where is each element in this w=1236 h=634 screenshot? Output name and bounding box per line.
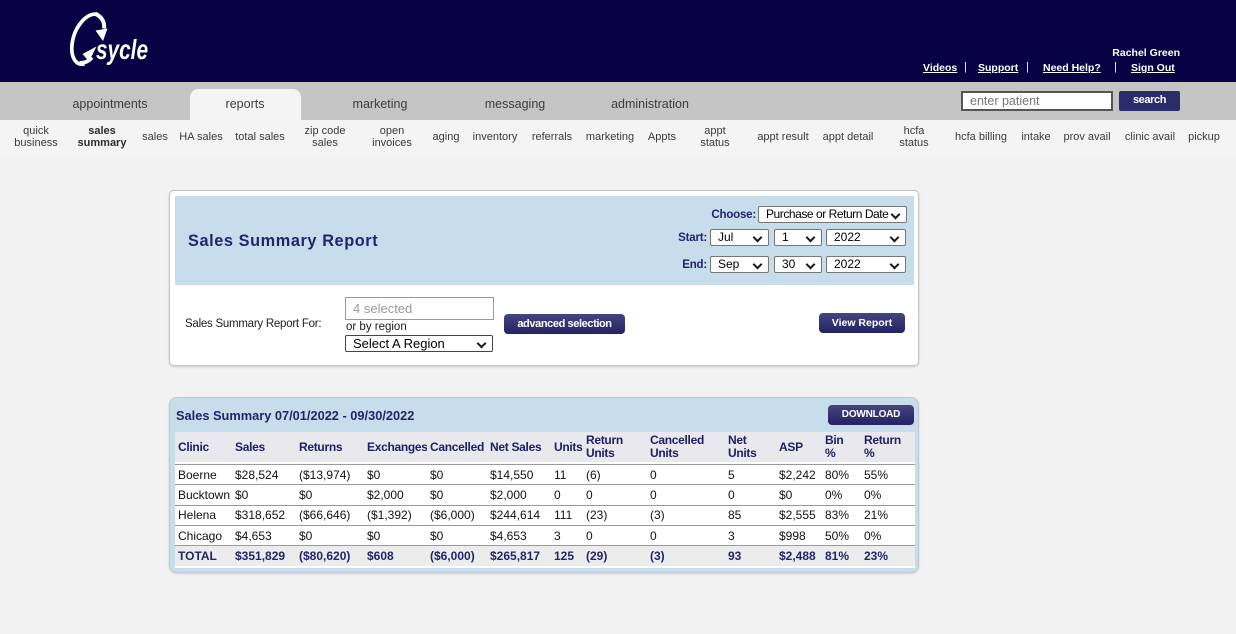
svg-text:sycle: sycle (96, 34, 148, 65)
